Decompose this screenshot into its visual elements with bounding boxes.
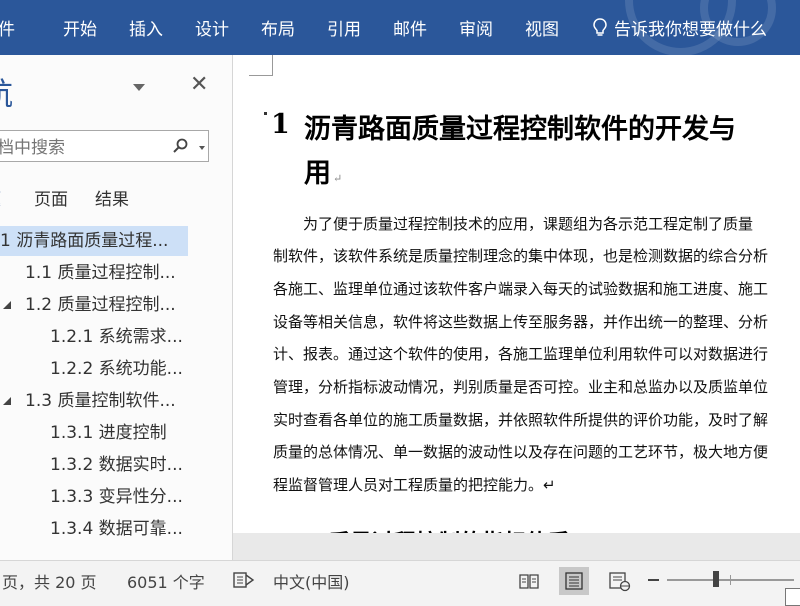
word-count[interactable]: 6051 个字 (127, 569, 205, 593)
nav-heading-item[interactable]: 1 沥青路面质量过程... (0, 226, 188, 256)
margin-corner-mark (272, 55, 273, 76)
nav-heading-label: 1.3.4 数据可靠... (50, 519, 183, 539)
heading-collapse-marker (264, 112, 267, 115)
nav-tab-pages[interactable]: 页面 (34, 185, 68, 210)
nav-heading-label: 1 沥青路面质量过程... (0, 231, 169, 251)
nav-heading-label: 1.3.3 变异性分... (50, 487, 183, 507)
paragraph-line: 各施工、监理单位通过该软件客户端录入每天的试验数据和施工进度、施工 (273, 280, 769, 298)
nav-heading-item[interactable]: 1.3.4 数据可靠... (50, 514, 183, 544)
nav-heading-item[interactable]: 1.2.1 系统需求... (50, 322, 183, 352)
tab-view[interactable]: 视图 (525, 15, 559, 40)
tab-file[interactable]: 件 (0, 15, 15, 40)
nav-heading-item[interactable]: 1.1 质量过程控制... (25, 258, 176, 288)
paragraph-line: 制软件，该软件系统是质量控制理念的集中体现，也是检测数据的综合分析 (273, 247, 769, 265)
search-icon[interactable] (172, 138, 188, 154)
nav-heading-label: 1.3.2 数据实时... (50, 455, 183, 475)
horizontal-scroll-area[interactable] (233, 533, 800, 560)
tab-design[interactable]: 设计 (195, 15, 229, 40)
paragraph-line: 管理，分析指标波动情况，判别质量是否可控。业主和总监办以及质监单位 (273, 378, 769, 396)
navigation-pane: 航 ✕ 题 页面 结果 1 沥青路面质量过程... 1.1 质量过程控制... … (0, 55, 233, 560)
document-page[interactable]: 1 沥青路面质量过程控制软件的开发与 用 ↵ 为了便于质量过程控制技术的应用，课题… (233, 55, 800, 533)
nav-heading-label: 1.2.2 系统功能... (50, 359, 183, 379)
paragraph-line: 实时查看各单位的施工质量数据，并依照软件所提供的评价功能，及时了解 (273, 411, 769, 429)
margin-corner-mark (249, 75, 273, 76)
nav-heading-item[interactable]: 1.2 质量过程控制... (0, 290, 176, 320)
nav-heading-item[interactable]: 1.3.2 数据实时... (50, 450, 183, 480)
tab-home[interactable]: 开始 (63, 15, 97, 40)
nav-tab-headings[interactable]: 题 (0, 185, 1, 210)
search-input[interactable] (0, 138, 180, 158)
nav-heading-label: 1.2 质量过程控制... (25, 295, 176, 315)
read-mode-icon (519, 574, 539, 589)
nav-options-dropdown-icon[interactable] (133, 84, 145, 91)
zoom-slider-thumb[interactable] (713, 571, 719, 587)
page-count[interactable]: 页，共 20 页 (2, 569, 97, 593)
tab-review[interactable]: 审阅 (459, 15, 493, 40)
read-mode-button[interactable] (514, 567, 544, 595)
nav-heading-item[interactable]: 1.3 质量控制软件... (0, 386, 176, 416)
expand-collapse-icon[interactable] (3, 397, 11, 405)
nav-pane-title: 航 (0, 69, 13, 114)
zoom-minus-icon[interactable] (648, 579, 659, 581)
nav-heading-item[interactable]: 1.3.3 变异性分... (50, 482, 183, 512)
nav-heading-label: 1.2.1 系统需求... (50, 327, 183, 347)
expand-collapse-icon[interactable] (3, 301, 11, 309)
paragraph-line: 质量的总体情况、单一数据的波动性以及存在问题的工艺环节，极大地方便 (273, 443, 769, 461)
lightbulb-icon (593, 17, 607, 36)
document-area: 1 沥青路面质量过程控制软件的开发与 用 ↵ 为了便于质量过程控制技术的应用，课题… (233, 55, 800, 560)
language-indicator[interactable]: 中文(中国) (273, 569, 350, 593)
nav-heading-label: 1.1 质量过程控制... (25, 263, 176, 283)
tell-me-box[interactable]: 告诉我你想要做什么 (592, 15, 767, 40)
tab-layout[interactable]: 布局 (261, 15, 295, 40)
ribbon-tab-bar: 件 开始 插入 设计 布局 引用 邮件 审阅 视图 告诉我你想要做什么 (0, 0, 800, 55)
tab-mailings[interactable]: 邮件 (393, 15, 427, 40)
zoom-slider-tick (730, 575, 731, 585)
status-bar: 页，共 20 页 6051 个字 中文(中国) (0, 560, 800, 600)
nav-tab-results[interactable]: 结果 (95, 185, 129, 210)
tab-insert[interactable]: 插入 (129, 15, 163, 40)
paragraph-mark: ↵ (333, 172, 343, 185)
nav-heading-label: 1.3.1 进度控制 (50, 423, 167, 443)
close-icon[interactable]: ✕ (190, 72, 208, 98)
nav-heading-item[interactable]: 1.2.2 系统功能... (50, 354, 183, 384)
tab-references[interactable]: 引用 (327, 15, 361, 40)
paragraph-line: 设备等相关信息，软件将这些数据上传至服务器，并作出统一的整理、分析 (273, 313, 769, 331)
search-options-chevron-icon[interactable] (199, 146, 205, 150)
heading-title-line: 用 ↵ (304, 151, 342, 190)
heading-title-text: 用 (304, 158, 331, 189)
paragraph-line: 为了便于质量过程控制技术的应用，课题组为各示范工程定制了质量 (273, 215, 754, 233)
heading-title-line: 沥青路面质量过程控制软件的开发与 (304, 114, 736, 145)
web-layout-icon (609, 572, 631, 592)
nav-search-box[interactable] (0, 130, 209, 162)
print-layout-button[interactable] (559, 567, 589, 595)
paragraph-line: 计、报表。通过这个软件的使用，各施工监理单位利用软件可以对数据进行 (273, 345, 769, 363)
nav-heading-label: 1.3 质量控制软件... (25, 391, 176, 411)
tooltip-fragment (785, 588, 800, 606)
nav-heading-item[interactable]: 1.3.1 进度控制 (50, 418, 167, 448)
web-layout-button[interactable] (604, 567, 634, 595)
print-layout-icon (565, 572, 583, 590)
proofing-icon[interactable] (233, 571, 255, 589)
heading-number: 1 (271, 109, 290, 140)
next-heading-partial: 质量过程控制的指标体系 (328, 525, 570, 533)
tell-me-text: 告诉我你想要做什么 (614, 20, 767, 40)
paragraph-line: 程监督管理人员对工程质量的把控能力。↵ (273, 476, 556, 494)
